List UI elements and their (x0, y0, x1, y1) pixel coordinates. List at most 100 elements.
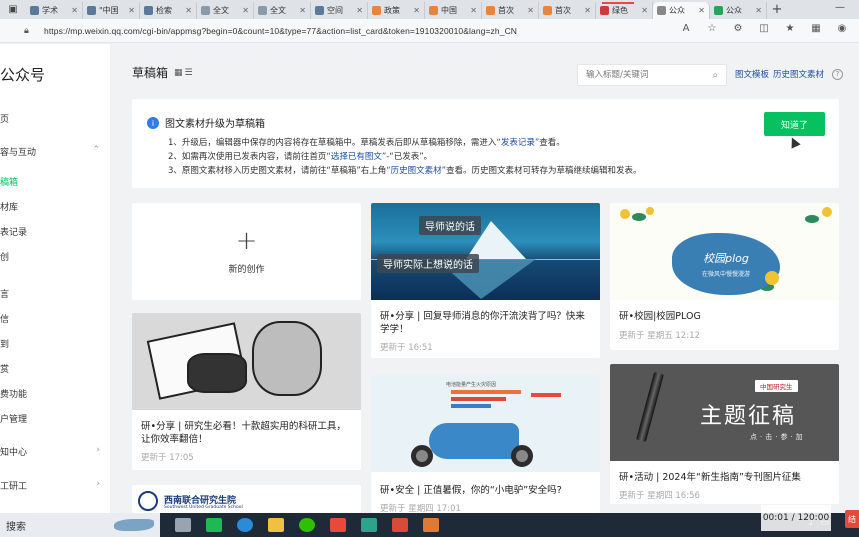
notice-line-3: 3、原图文素材移入历史图文素材，请前往“草稿箱”右上角“历史图文素材”查看。历史… (168, 166, 642, 176)
tab-favicon-icon (429, 6, 438, 15)
draft-card[interactable]: 导师说的话 导师实际上想说的话 研•分享 | 回复导师消息的你汗流浃背了吗？快来… (371, 203, 600, 358)
draft-card[interactable]: 西南联合研究生院 Southwest United Graduate Schoo… (132, 485, 361, 513)
close-tab-icon[interactable]: ✕ (299, 6, 306, 15)
grid-view-icon[interactable]: ▦☰ (174, 68, 195, 78)
new-tab-button[interactable]: + (767, 2, 787, 17)
browser-tab[interactable]: 公众 ✕ (710, 2, 767, 19)
sidebar-item[interactable]: 创 (0, 250, 100, 263)
app-icon-orange[interactable] (423, 518, 439, 532)
sidebar-item[interactable]: 容与互动 ⌃ (0, 145, 100, 158)
got-it-button[interactable]: 知道了 (764, 112, 825, 136)
browser-tab[interactable]: 中国 ✕ (425, 2, 482, 19)
browser-tab[interactable]: 首次 ✕ (482, 2, 539, 19)
tab-label: 首次 (555, 6, 571, 15)
close-tab-icon[interactable]: ✕ (755, 6, 762, 15)
close-tab-icon[interactable]: ✕ (71, 6, 78, 15)
sidebar-item[interactable]: 户管理 (0, 412, 100, 425)
split-screen-icon[interactable]: ◫ (757, 23, 771, 34)
info-icon: i (147, 117, 159, 129)
close-tab-icon[interactable]: ✕ (413, 6, 420, 15)
history-material-link[interactable]: “历史图文素材” (386, 166, 446, 176)
tab-favicon-icon (600, 6, 609, 15)
tab-label: 中国 (441, 6, 457, 15)
choose-existing-link[interactable]: “选择已有图文” (326, 152, 386, 162)
tab-label: 政策 (384, 6, 400, 15)
browser-tab[interactable]: "中国 ✕ (83, 2, 140, 19)
browser-tab[interactable]: 学术 ✕ (26, 2, 83, 19)
close-tab-icon[interactable]: ✕ (641, 6, 648, 15)
close-tab-icon[interactable]: ✕ (242, 6, 249, 15)
templates-link[interactable]: 图文模板 (735, 68, 769, 80)
draft-card[interactable]: 中国研究生 主题征稿 点·击·参·加 研•活动 | 2024年“新生指南”专刊图… (610, 364, 839, 504)
close-tab-icon[interactable]: ✕ (584, 6, 591, 15)
collections-icon[interactable]: ▦ (809, 23, 823, 34)
sidebar-item[interactable]: 到 (0, 337, 100, 350)
sidebar-item-label: 言 (0, 290, 10, 300)
sidebar-item[interactable]: 赏 (0, 362, 100, 375)
card-time: 更新于 星期五 12:12 (619, 331, 700, 341)
browser-tab[interactable]: 绿色 ✕ (596, 2, 653, 19)
close-tab-icon[interactable]: ✕ (356, 6, 363, 15)
sidebar-item[interactable]: 言 (0, 287, 100, 300)
new-creation-card[interactable]: + 新的创作 (132, 203, 361, 300)
app-icon-green[interactable] (206, 518, 222, 532)
browser-tab[interactable]: 检索 ✕ (140, 2, 197, 19)
window-menu-icon[interactable]: ▣ (0, 0, 26, 19)
recorder-stop-button[interactable]: 结 (845, 510, 859, 528)
close-tab-icon[interactable]: ✕ (698, 6, 705, 15)
search-input[interactable] (586, 70, 713, 80)
edge-icon[interactable] (237, 518, 253, 532)
card-thumbnail (132, 313, 361, 410)
favorite-star-icon[interactable]: ☆ (705, 23, 719, 34)
sidebar-item[interactable]: 材库 (0, 200, 100, 213)
browser-tab[interactable]: 空间 ✕ (311, 2, 368, 19)
search-icon[interactable]: ⌕ (712, 70, 718, 81)
history-link[interactable]: 历史图文素材 (773, 68, 824, 80)
close-tab-icon[interactable]: ✕ (128, 6, 135, 15)
taskbar-search[interactable]: 搜索 (0, 513, 160, 537)
app-icon-red[interactable] (392, 518, 408, 532)
extensions-icon[interactable]: ⚙ (731, 23, 745, 34)
browser-tab[interactable]: 首次 ✕ (539, 2, 596, 19)
page-title: 草稿箱 (132, 66, 169, 80)
draft-card[interactable]: 电池能量产生火灾原因 研•安全 | 正值暑假，你的“小电驴”安全吗? 更新于 星… (371, 375, 600, 513)
close-tab-icon[interactable]: ✕ (185, 6, 192, 15)
task-view-icon[interactable] (175, 518, 191, 532)
wps-icon[interactable] (330, 518, 346, 532)
draft-card[interactable]: 研•分享 | 研究生必看！十款超实用的科研工具，让你效率翻倍！ 更新于 17:0… (132, 313, 361, 470)
browser-tab[interactable]: 公众 ✕ (653, 2, 710, 19)
read-aloud-icon[interactable]: A (679, 23, 693, 34)
copilot-icon[interactable]: ◉ (835, 23, 849, 34)
sidebar-item[interactable]: 工研工 › (0, 479, 100, 492)
tab-label: 学术 (42, 6, 58, 15)
close-tab-icon[interactable]: ✕ (470, 6, 477, 15)
favorites-icon[interactable]: ★ (783, 23, 797, 34)
tab-favicon-icon (87, 6, 96, 15)
new-creation-label: 新的创作 (228, 265, 265, 275)
help-icon[interactable]: ? (832, 68, 844, 80)
sidebar-item[interactable]: 费功能 (0, 387, 100, 400)
search-box[interactable]: ⌕ (577, 64, 727, 86)
publish-record-link[interactable]: “发表记录” (496, 138, 539, 148)
tab-favicon-icon (258, 6, 267, 15)
file-explorer-icon[interactable] (268, 518, 284, 532)
card-thumbnail: 西南联合研究生院 Southwest United Graduate Schoo… (132, 485, 361, 513)
close-tab-icon[interactable]: ✕ (527, 6, 534, 15)
recorder-time: 00:01 / 120:00 (761, 505, 831, 531)
browser-tab[interactable]: 全文 ✕ (254, 2, 311, 19)
minimize-icon[interactable]: — (835, 2, 845, 13)
wechat-icon[interactable] (299, 518, 315, 532)
sidebar-item[interactable]: 信 (0, 312, 100, 325)
tab-label: 全文 (213, 6, 229, 15)
lock-icon[interactable]: 🔒︎ (24, 26, 36, 36)
app-icon-teal[interactable] (361, 518, 377, 532)
sidebar-item[interactable]: 知中心 › (0, 445, 100, 458)
sidebar-item[interactable]: 表记录 (0, 225, 100, 238)
browser-tab[interactable]: 政策 ✕ (368, 2, 425, 19)
draft-card[interactable]: 校园plog 在微风中慢慢漫游 研•校园|校园PLOG 更新于 星期五 12:1… (610, 203, 839, 350)
url-field[interactable]: https://mp.weixin.qq.com/cgi-bin/appmsg?… (44, 26, 517, 36)
browser-tab[interactable]: 全文 ✕ (197, 2, 254, 19)
tab-label: "中国 (99, 6, 119, 15)
sidebar-item[interactable]: 页 (0, 112, 100, 125)
sidebar-item[interactable]: 稿箱 (0, 175, 100, 188)
